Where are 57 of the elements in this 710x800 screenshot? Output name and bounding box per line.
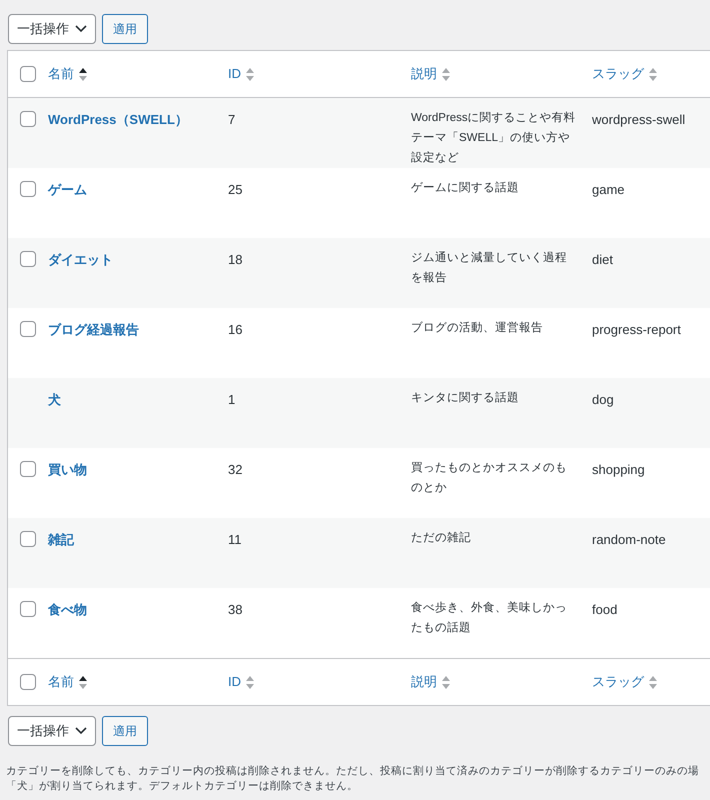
description-cell-text: 買ったものとかオススメのものとか [411,461,568,496]
id-cell: 11 [228,532,242,547]
id-cell: 7 [228,112,236,127]
id-cell: 18 [228,252,242,267]
row-checkbox[interactable] [20,531,36,547]
category-name-link[interactable]: 食べ物 [48,602,87,617]
column-header-link[interactable]: スラッグ [592,64,657,84]
column-header-link[interactable]: 説明 [411,64,450,84]
row-checkbox[interactable] [20,321,36,337]
apply-button[interactable]: 適用 [102,14,148,44]
slug-cell: shopping [592,462,645,477]
select-all-checkbox[interactable] [20,674,36,690]
slug-cell: progress-report [592,322,681,337]
apply-button[interactable]: 適用 [102,716,148,746]
row-checkbox[interactable] [20,461,36,477]
category-name-link[interactable]: 犬 [48,392,61,407]
description-cell-text: キンタに関する話題 [411,390,520,406]
description-cell-text: ただの雑記 [411,530,472,546]
help-text: カテゴリーを削除しても、カテゴリー内の投稿は削除されません。ただし、投稿に割り当て済みのカテゴリーが削除するカテゴリーのみの場 [6,764,700,779]
category-name-link[interactable]: 買い物 [48,462,87,477]
slug-cell: dog [592,392,614,407]
description-cell-text: ゲームに関する話題 [411,180,520,196]
id-cell: 16 [228,322,242,337]
select-all-checkbox[interactable] [20,66,36,82]
column-header-link[interactable]: スラッグ [592,672,657,692]
row-checkbox[interactable] [20,251,36,267]
category-name-link[interactable]: WordPress（SWELL） [48,112,188,127]
id-cell: 25 [228,182,242,197]
category-name-link[interactable]: ブログ経過報告 [48,322,139,337]
description-cell-text: 食べ歩き、外食、美味しかったもの話題 [411,600,568,636]
row-checkbox[interactable] [20,181,36,197]
slug-cell: random-note [592,532,666,547]
chevron-down-icon [75,25,87,33]
slug-cell: wordpress-swell [592,112,686,127]
column-header-link[interactable]: 説明 [411,672,450,692]
column-header-link[interactable]: ID [228,64,254,84]
slug-cell: diet [592,252,613,267]
description-cell-text: ブログの活動、運営報告 [411,320,544,336]
id-cell: 32 [228,462,242,477]
bulk-action-select[interactable]: 一括操作 [8,14,96,44]
description-cell-text: WordPressに関することや有料テーマ「SWELL」の使い方や設定など [411,110,577,166]
category-name-link[interactable]: 雑記 [48,532,74,547]
column-header-link[interactable]: ID [228,672,254,692]
column-header-link[interactable]: 名前 [48,64,87,84]
slug-cell: game [592,182,625,197]
id-cell: 38 [228,602,242,617]
category-name-link[interactable]: ゲーム [48,182,87,197]
help-text: 「犬」が割り当てられます。デフォルトカテゴリーは削除できません。 [6,779,359,794]
column-header-link[interactable]: 名前 [48,672,87,692]
chevron-down-icon [75,727,87,735]
row-checkbox[interactable] [20,111,36,127]
category-name-link[interactable]: ダイエット [48,252,113,267]
id-cell: 1 [228,392,236,407]
row-checkbox[interactable] [20,601,36,617]
slug-cell: food [592,602,618,617]
description-cell-text: ジム通いと減量していく過程を報告 [411,250,568,286]
bulk-action-select[interactable]: 一括操作 [8,716,96,746]
